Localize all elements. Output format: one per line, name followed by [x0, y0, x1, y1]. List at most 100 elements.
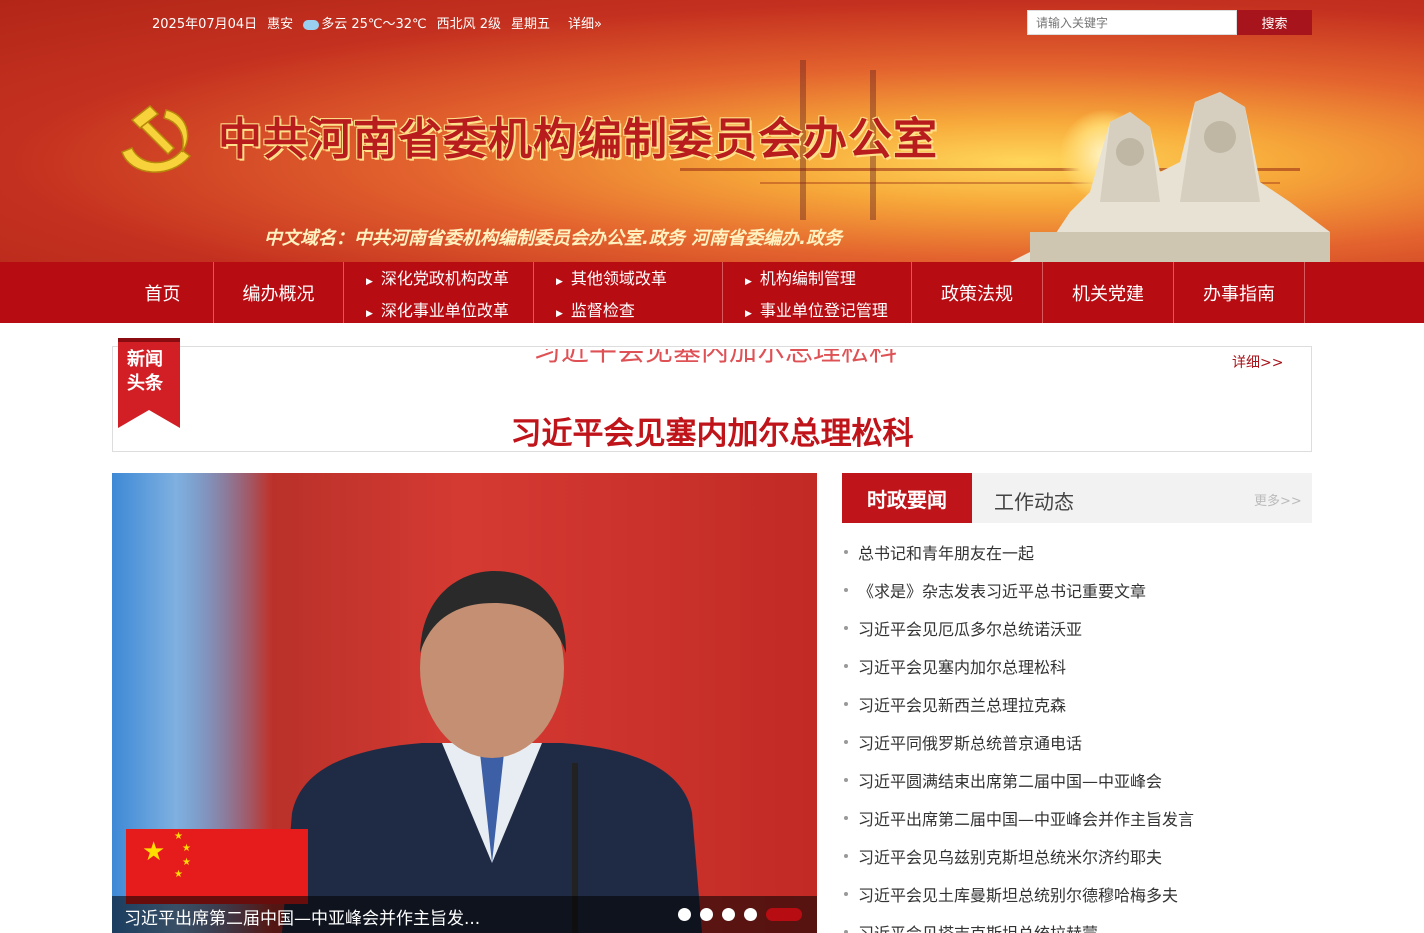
news-item-title: 习近平会见塔吉克斯坦总统拉赫蒙 — [858, 920, 1098, 933]
list-item[interactable]: 习近平会见厄瓜多尔总统诺沃亚 — [842, 609, 1312, 647]
weather-value: 多云 25℃～32℃ — [321, 17, 427, 32]
search-button[interactable]: 搜索 — [1237, 10, 1312, 35]
city-text: 惠安 — [267, 17, 294, 32]
star-icon: ★ — [182, 843, 191, 854]
news-item-title: 《求是》杂志发表习近平总书记重要文章 — [858, 582, 1147, 601]
list-item[interactable]: 总书记和青年朋友在一起 — [842, 533, 1312, 571]
slider-dot-active[interactable] — [766, 908, 802, 921]
nav-subitem-reform-party[interactable]: ▶ 深化党政机构改革 — [366, 265, 533, 289]
list-item[interactable]: 习近平会见塔吉克斯坦总统拉赫蒙 — [842, 913, 1312, 933]
wind-text: 西北风 2级 — [436, 17, 502, 32]
nav-subitem-reform-units[interactable]: ▶ 深化事业单位改革 — [366, 297, 533, 321]
news-item-title: 习近平出席第二届中国—中亚峰会并作主旨发言 — [858, 810, 1195, 829]
headline-scroll-ghost: 习近平会见塞内加尔总理松科 — [533, 334, 898, 367]
slider-caption-bar: 习近平出席第二届中国—中亚峰会并作主旨发... — [112, 896, 817, 933]
badge-line: 新闻 — [127, 349, 163, 370]
star-icon: ★ — [174, 869, 183, 880]
star-icon: ★ — [182, 857, 191, 868]
nav-subitem-label: 监督检查 — [570, 300, 635, 320]
slider-dot[interactable] — [678, 908, 691, 921]
site-title: 中共河南省委机构编制委员会办公室 — [218, 114, 938, 165]
list-item[interactable]: 习近平会见土库曼斯坦总统别尔德穆哈梅多夫 — [842, 875, 1312, 913]
nav-item-home[interactable]: 首页 — [112, 262, 214, 323]
tab-politics-news[interactable]: 时政要闻 — [842, 473, 972, 523]
date-text: 2025年07月04日 — [152, 17, 258, 32]
bullet-icon — [844, 626, 848, 630]
domain-text: 中文域名：中共河南省委机构编制委员会办公室.政务 河南省委编办.政务 — [264, 228, 842, 249]
tab-work-updates[interactable]: 工作动态 — [994, 486, 1074, 515]
arrow-right-icon: ▶ — [366, 276, 373, 287]
headline-badge: 新闻 头条 — [127, 348, 177, 396]
list-item[interactable]: 习近平会见塞内加尔总理松科 — [842, 647, 1312, 685]
nav-subitem-inspection[interactable]: ▶ 监督检查 — [556, 297, 722, 321]
headline-more-link[interactable]: 详细>> — [1232, 352, 1283, 372]
weather-detail-link[interactable]: 详细» — [568, 13, 602, 32]
news-list: 总书记和青年朋友在一起 《求是》杂志发表习近平总书记重要文章 习近平会见厄瓜多尔… — [842, 533, 1312, 933]
list-item[interactable]: 习近平同俄罗斯总统普京通电话 — [842, 723, 1312, 761]
list-item[interactable]: 习近平出席第二届中国—中亚峰会并作主旨发言 — [842, 799, 1312, 837]
news-more-link[interactable]: 更多>> — [1254, 490, 1302, 509]
nav-subitem-reform-other[interactable]: ▶ 其他领域改革 — [556, 265, 722, 289]
slider-caption[interactable]: 习近平出席第二届中国—中亚峰会并作主旨发... — [124, 904, 480, 929]
party-emblem-icon — [121, 105, 192, 173]
bullet-icon — [844, 664, 848, 668]
arrow-right-icon: ▶ — [556, 276, 563, 287]
news-item-title: 习近平会见乌兹别克斯坦总统米尔济约耶夫 — [858, 848, 1163, 867]
nav-item-overview[interactable]: 编办概况 — [214, 262, 344, 323]
news-item-title: 习近平会见厄瓜多尔总统诺沃亚 — [858, 620, 1083, 639]
search-box: 搜索 — [1027, 10, 1312, 35]
bullet-icon — [844, 778, 848, 782]
slider-dots — [678, 908, 802, 921]
flag-image: ★ ★ ★ ★ ★ — [126, 829, 308, 904]
arrow-right-icon: ▶ — [745, 276, 752, 287]
news-item-title: 习近平会见新西兰总理拉克森 — [858, 696, 1067, 715]
cloud-icon — [303, 19, 320, 30]
bullet-icon — [844, 892, 848, 896]
slider-dot[interactable] — [700, 908, 713, 921]
list-item[interactable]: 习近平会见乌兹别克斯坦总统米尔济约耶夫 — [842, 837, 1312, 875]
news-item-title: 习近平同俄罗斯总统普京通电话 — [858, 734, 1083, 753]
nav-inner: 首页 编办概况 ▶ 深化党政机构改革 ▶ 深化事业单位改革 ▶ 其他领域改革 ▶ 监督检… — [112, 262, 1305, 323]
weather-bar: 2025年07月04日 惠安 多云 25℃～32℃ 西北风 2级 星期五 详细» — [152, 13, 602, 32]
news-panel: 时政要闻 工作动态 更多>> 总书记和青年朋友在一起 《求是》杂志发表习近平总书… — [842, 473, 1312, 933]
statues-image — [1010, 92, 1330, 262]
nav-subitem-label: 机构编制管理 — [759, 268, 856, 288]
badge-line: 头条 — [127, 373, 163, 394]
main-nav: 首页 编办概况 ▶ 深化党政机构改革 ▶ 深化事业单位改革 ▶ 其他领域改革 ▶ 监督检… — [0, 262, 1424, 323]
nav-subitem-label: 事业单位登记管理 — [759, 300, 888, 320]
slider-dot[interactable] — [744, 908, 757, 921]
nav-subitem-label: 深化事业单位改革 — [380, 300, 509, 320]
search-input[interactable] — [1027, 10, 1237, 35]
nav-subitem-label: 其他领域改革 — [570, 268, 667, 288]
list-item[interactable]: 《求是》杂志发表习近平总书记重要文章 — [842, 571, 1312, 609]
nav-subitem-label: 深化党政机构改革 — [380, 268, 509, 288]
news-item-title: 总书记和青年朋友在一起 — [858, 544, 1035, 563]
bullet-icon — [844, 816, 848, 820]
arrow-right-icon: ▶ — [745, 308, 752, 319]
arrow-right-icon: ▶ — [366, 308, 373, 319]
weather-text: 多云 25℃～32℃ — [303, 13, 427, 32]
nav-subitem-unit-registration[interactable]: ▶ 事业单位登记管理 — [745, 297, 911, 321]
news-tabs: 时政要闻 工作动态 更多>> — [842, 473, 1312, 523]
news-photo-image — [282, 571, 702, 933]
news-item-title: 习近平会见土库曼斯坦总统别尔德穆哈梅多夫 — [858, 886, 1179, 905]
nav-item-guide[interactable]: 办事指南 — [1174, 262, 1305, 323]
star-icon: ★ — [174, 831, 183, 842]
bullet-icon — [844, 702, 848, 706]
nav-item-policy[interactable]: 政策法规 — [912, 262, 1043, 323]
arrow-right-icon: ▶ — [556, 308, 563, 319]
slider-dot[interactable] — [722, 908, 735, 921]
headline-title-link[interactable]: 习近平会见塞内加尔总理松科 — [112, 408, 1402, 453]
list-item[interactable]: 习近平会见新西兰总理拉克森 — [842, 685, 1312, 723]
nav-group-management: ▶ 机构编制管理 ▶ 事业单位登记管理 — [723, 262, 912, 323]
nav-subitem-org-management[interactable]: ▶ 机构编制管理 — [745, 265, 911, 289]
site-header: 2025年07月04日 惠安 多云 25℃～32℃ 西北风 2级 星期五 详细»… — [0, 0, 1424, 262]
list-item[interactable]: 习近平圆满结束出席第二届中国—中亚峰会 — [842, 761, 1312, 799]
nav-item-party-building[interactable]: 机关党建 — [1043, 262, 1174, 323]
news-item-title: 习近平圆满结束出席第二届中国—中亚峰会 — [858, 772, 1163, 791]
photo-slider[interactable]: ★ ★ ★ ★ ★ 习近平出席第二届中国—中亚峰会并作主旨发... — [112, 473, 817, 933]
nav-group-reform: ▶ 深化党政机构改革 ▶ 深化事业单位改革 — [344, 262, 534, 323]
bullet-icon — [844, 588, 848, 592]
bullet-icon — [844, 550, 848, 554]
star-icon: ★ — [142, 837, 166, 867]
